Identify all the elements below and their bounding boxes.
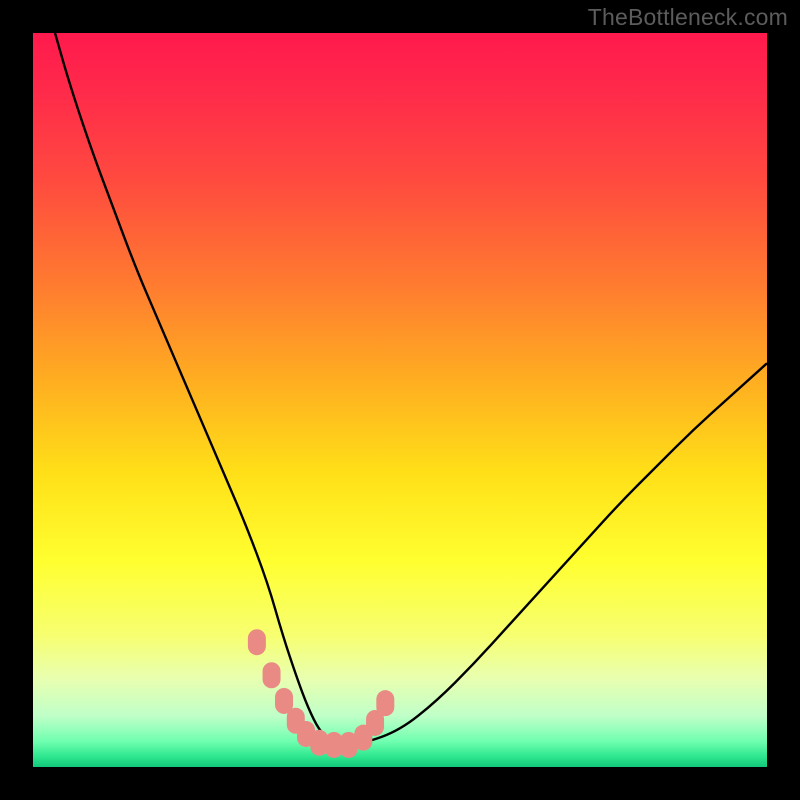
chart-frame: TheBottleneck.com <box>0 0 800 800</box>
marker-point <box>263 662 281 688</box>
marker-point <box>376 690 394 716</box>
plot-area <box>33 33 767 767</box>
watermark-text: TheBottleneck.com <box>588 4 788 31</box>
marker-point <box>248 629 266 655</box>
chart-svg <box>33 33 767 767</box>
gradient-background <box>33 33 767 767</box>
